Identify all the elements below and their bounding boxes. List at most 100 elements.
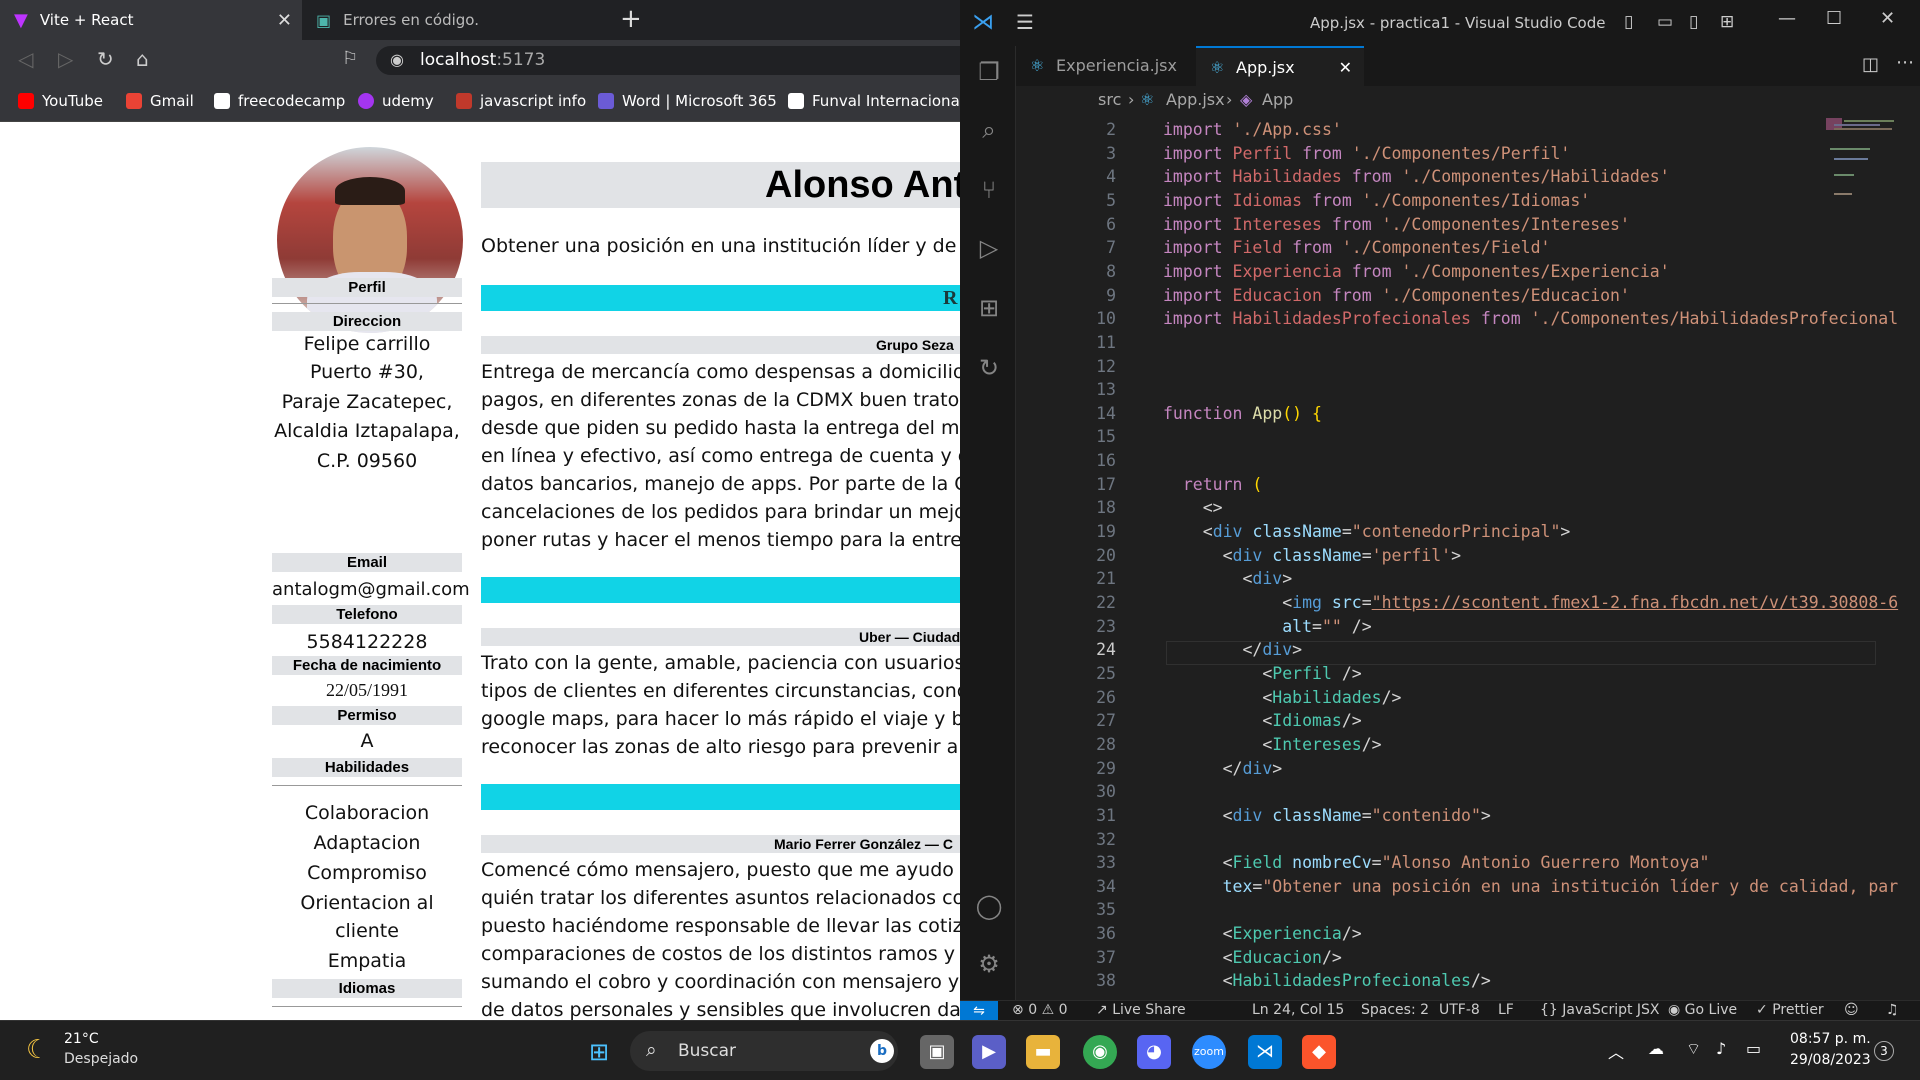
reload-icon[interactable]: ↻ xyxy=(97,47,114,71)
breadcrumb-item[interactable]: App xyxy=(1262,86,1293,114)
toggle-sidebar-icon[interactable]: ▯ xyxy=(1624,12,1633,32)
feedback-icon[interactable]: ☺ xyxy=(1844,1002,1859,1018)
problems-indicator[interactable]: ⊗ 0 ⚠ 0 xyxy=(1012,1002,1068,1018)
extensions-icon[interactable]: ⊞ xyxy=(974,294,1004,324)
teams-icon[interactable]: ▶ xyxy=(972,1035,1006,1069)
remote-indicator-icon[interactable]: ⇋ xyxy=(960,1001,998,1021)
bookmark-javascript-info[interactable]: javascript info xyxy=(456,92,586,110)
code-editor[interactable]: 2 3 4 5 6 7 8 9 10 11 12 13 14 15 16 17 18 19 20 21 22 23 24 25… xyxy=(1016,118,1898,998)
encoding[interactable]: UTF-8 xyxy=(1439,1002,1480,1018)
vscode-taskbar-icon[interactable]: ⋊ xyxy=(1248,1035,1282,1069)
bookmark-label: udemy xyxy=(382,92,434,110)
go-live-button[interactable]: ◉ Go Live xyxy=(1668,1002,1737,1018)
weather-temp[interactable]: 21°C xyxy=(64,1031,99,1047)
tab-errores[interactable]: ▣ Errores en código. xyxy=(302,0,602,40)
language-mode[interactable]: {} JavaScript JSX xyxy=(1540,1002,1660,1018)
forward-icon[interactable]: ▷ xyxy=(58,47,73,71)
wifi-icon[interactable]: ⌔ xyxy=(1686,1039,1701,1059)
new-tab-icon[interactable]: + xyxy=(620,4,642,34)
line-number: 16 xyxy=(1096,451,1116,471)
live-share-button[interactable]: ↗ Live Share xyxy=(1096,1002,1186,1018)
close-tab-icon[interactable]: ✕ xyxy=(277,10,292,31)
address-bar[interactable]: ◉ localhost:5173 xyxy=(376,46,960,75)
bookmark-label: freecodecamp xyxy=(238,92,346,110)
run-debug-icon[interactable]: ▷ xyxy=(974,234,1004,264)
close-window-icon[interactable]: ✕ xyxy=(1880,8,1895,29)
code-line: </div> xyxy=(1242,640,1303,660)
cv-objective: Obtener una posición en una institución … xyxy=(481,235,960,257)
minimap[interactable] xyxy=(1826,118,1904,213)
prettier-label: Prettier xyxy=(1772,1002,1824,1018)
explorer-icon[interactable]: ❐ xyxy=(974,58,1004,88)
notification-badge[interactable]: 3 xyxy=(1874,1041,1894,1061)
zoom-icon[interactable]: zoom xyxy=(1192,1035,1226,1069)
vscode-title-bar: ⋊ ☰ App.jsx - practica1 - Visual Studio … xyxy=(960,0,1920,46)
bookmark-gmail[interactable]: Gmail xyxy=(126,92,194,110)
menu-icon[interactable]: ☰ xyxy=(1016,10,1034,34)
code-line: import Idiomas from './Componentes/Idiom… xyxy=(1163,190,1591,210)
line-number: 7 xyxy=(1106,238,1116,258)
discord-icon[interactable]: ◕ xyxy=(1137,1035,1171,1069)
breadcrumb-item[interactable]: App.jsx xyxy=(1166,86,1225,114)
minimize-icon[interactable]: — xyxy=(1778,8,1796,29)
notifications-bell-icon[interactable]: ♫ xyxy=(1886,1002,1899,1018)
bookmark-youtube[interactable]: YouTube xyxy=(18,92,103,110)
volume-icon[interactable]: ♪ xyxy=(1716,1039,1726,1058)
search-icon[interactable]: ⌕ xyxy=(974,116,1004,146)
bookmark-funval[interactable]: Funval Internacional xyxy=(788,92,960,110)
tab-vite-react[interactable]: ▼ Vite + React ✕ xyxy=(0,0,302,40)
customize-layout-icon[interactable]: ⊞ xyxy=(1720,12,1734,32)
code-line: <Idiomas/> xyxy=(1262,711,1362,731)
bookmark-icon[interactable]: ⚐ xyxy=(342,48,358,69)
settings-gear-icon[interactable]: ⚙ xyxy=(974,950,1004,980)
chevron-right-icon: › xyxy=(1128,90,1135,109)
windows-start-icon[interactable]: ⊞ xyxy=(582,1035,616,1069)
clock-time[interactable]: 08:57 p. m. xyxy=(1790,1031,1871,1047)
job-line: comparaciones de costos de los distintos… xyxy=(481,943,960,965)
code-line: tex="Obtener una posición en una institu… xyxy=(1222,876,1899,896)
brave-icon[interactable]: ◆ xyxy=(1302,1035,1336,1069)
line-number: 5 xyxy=(1106,190,1116,210)
toggle-panel-icon[interactable]: ▭ xyxy=(1657,12,1673,32)
bookmark-freecodecamp[interactable]: freecodecamp xyxy=(214,92,345,110)
tab-app[interactable]: ⚛ App.jsx ✕ xyxy=(1196,46,1364,86)
close-tab-icon[interactable]: ✕ xyxy=(1339,48,1352,88)
home-icon[interactable]: ⌂ xyxy=(136,47,149,71)
permiso-label: Permiso xyxy=(272,706,462,725)
prettier-button[interactable]: ✓ Prettier xyxy=(1756,1002,1824,1018)
section-banner xyxy=(481,784,960,810)
chrome-icon[interactable]: ◉ xyxy=(1083,1035,1117,1069)
job-line: tipos de clientes en diferentes circunst… xyxy=(481,680,960,702)
back-icon[interactable]: ◁ xyxy=(18,47,33,71)
bookmark-word[interactable]: Word | Microsoft 365 xyxy=(598,92,777,110)
breadcrumb: src › ⚛ App.jsx › ◈ App xyxy=(1016,86,1920,114)
job-line: en línea y efectivo, así como entrega de… xyxy=(481,445,960,467)
site-info-icon[interactable]: ◉ xyxy=(390,50,404,69)
code-line: import Experiencia from './Componentes/E… xyxy=(1163,261,1670,281)
taskbar-search[interactable]: ⌕ Buscar b xyxy=(630,1031,898,1071)
breadcrumb-item[interactable]: src xyxy=(1098,86,1121,114)
file-explorer-icon[interactable]: ▬ xyxy=(1026,1035,1060,1069)
source-control-icon[interactable]: ⑂ xyxy=(974,176,1004,206)
onedrive-cloud-icon[interactable]: ☁ xyxy=(1648,1039,1664,1058)
maximize-icon[interactable]: ☐ xyxy=(1826,8,1842,29)
weather-desc[interactable]: Despejado xyxy=(64,1051,138,1067)
remote-explorer-icon[interactable]: ↻ xyxy=(974,354,1004,384)
indentation[interactable]: Spaces: 2 xyxy=(1361,1002,1429,1018)
battery-icon[interactable]: ▭ xyxy=(1746,1039,1761,1058)
chevron-up-icon[interactable]: ︿ xyxy=(1608,1039,1624,1063)
more-actions-icon[interactable]: ⋯ xyxy=(1896,52,1914,73)
split-editor-icon[interactable]: ◫ xyxy=(1862,54,1879,75)
end-of-line[interactable]: LF xyxy=(1498,1002,1514,1018)
account-icon[interactable]: ◯ xyxy=(974,892,1004,922)
tab-experiencia[interactable]: ⚛ Experiencia.jsx xyxy=(1016,46,1196,86)
clock-date[interactable]: 29/08/2023 xyxy=(1790,1052,1871,1068)
cursor-position[interactable]: Ln 24, Col 15 xyxy=(1252,1002,1344,1018)
bookmark-udemy[interactable]: udemy xyxy=(358,92,434,110)
editor-tabs: ⚛ Experiencia.jsx ⚛ App.jsx ✕ ◫ ⋯ xyxy=(1016,46,1920,86)
toggle-secondary-sidebar-icon[interactable]: ▯ xyxy=(1689,12,1698,32)
habilidad-item: cliente xyxy=(335,920,399,942)
code-line: <> xyxy=(1202,498,1223,518)
line-number: 15 xyxy=(1096,427,1116,447)
task-view-icon[interactable]: ▣ xyxy=(920,1035,954,1069)
